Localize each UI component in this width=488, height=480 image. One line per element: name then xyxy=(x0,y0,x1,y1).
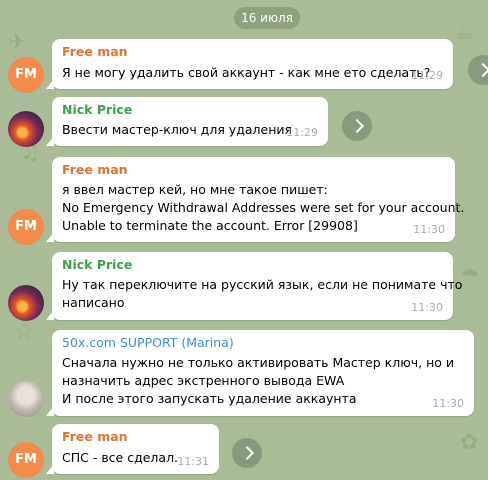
avatar[interactable]: FM xyxy=(8,209,44,245)
avatar[interactable] xyxy=(8,111,44,147)
message-bubble: Nick Price Ну так переключите на русский… xyxy=(46,252,462,320)
message-text: Ввести мастер-ключ для удаления xyxy=(62,122,293,137)
avatar[interactable] xyxy=(8,285,44,321)
message-text: Сначала нужно не только активировать Мас… xyxy=(62,355,454,370)
forward-button[interactable] xyxy=(342,111,372,141)
date-separator: 16 июля xyxy=(234,7,300,29)
sender-name[interactable]: Nick Price xyxy=(62,102,132,117)
doodle-icon: ☂ xyxy=(460,265,480,290)
message-bubble: Free man СПС - все сделал. 11:31 xyxy=(46,424,219,474)
message-time: 11:29 xyxy=(411,69,443,82)
message-text: СПС - все сделал. xyxy=(62,450,179,465)
message-text: написано xyxy=(62,295,125,310)
sender-name[interactable]: Free man xyxy=(62,44,128,59)
message-time: 11:30 xyxy=(413,223,445,236)
doodle-icon: ☕ xyxy=(455,20,475,45)
message-text: я ввел мастер кей, но мне такое пишет: xyxy=(62,182,328,197)
message-bubble: Free man Я не могу удалить свой аккаунт … xyxy=(46,39,453,89)
message-text: Ну так переключите на русский язык, если… xyxy=(62,277,463,292)
message-text: назначить адрес экстренного вывода EWA xyxy=(62,373,345,388)
sender-name[interactable]: Free man xyxy=(62,429,128,444)
doodle-icon: ✿ xyxy=(460,430,479,455)
avatar[interactable]: FM xyxy=(8,442,44,478)
message-text: Я не могу удалить свой аккаунт - как мне… xyxy=(62,65,431,80)
message-time: 11:31 xyxy=(177,455,209,468)
forward-button[interactable] xyxy=(232,438,262,468)
message-text: No Emergency Withdrawal Addresses were s… xyxy=(62,200,465,215)
message-time: 11:29 xyxy=(286,126,318,139)
sender-name[interactable]: Nick Price xyxy=(62,257,132,272)
message-text: Unable to terminate the account. Error [… xyxy=(62,218,358,233)
sender-name[interactable]: 50x.com SUPPORT (Marina) xyxy=(62,335,234,350)
message-bubble: Nick Price Ввести мастер-ключ для удален… xyxy=(46,97,328,146)
message-bubble: Free man я ввел мастер кей, но мне такое… xyxy=(46,157,464,242)
message-time: 11:30 xyxy=(432,397,464,410)
avatar[interactable] xyxy=(8,381,44,417)
message-bubble: 50x.com SUPPORT (Marina) Сначала нужно н… xyxy=(46,330,474,416)
message-text: И после этого запускать удаление аккаунт… xyxy=(62,391,357,406)
avatar[interactable]: FM xyxy=(8,57,44,93)
sender-name[interactable]: Free man xyxy=(62,162,128,177)
doodle-icon: ✈ xyxy=(8,30,27,55)
doodle-icon: ☆ xyxy=(14,320,34,345)
message-time: 11:30 xyxy=(411,301,443,314)
